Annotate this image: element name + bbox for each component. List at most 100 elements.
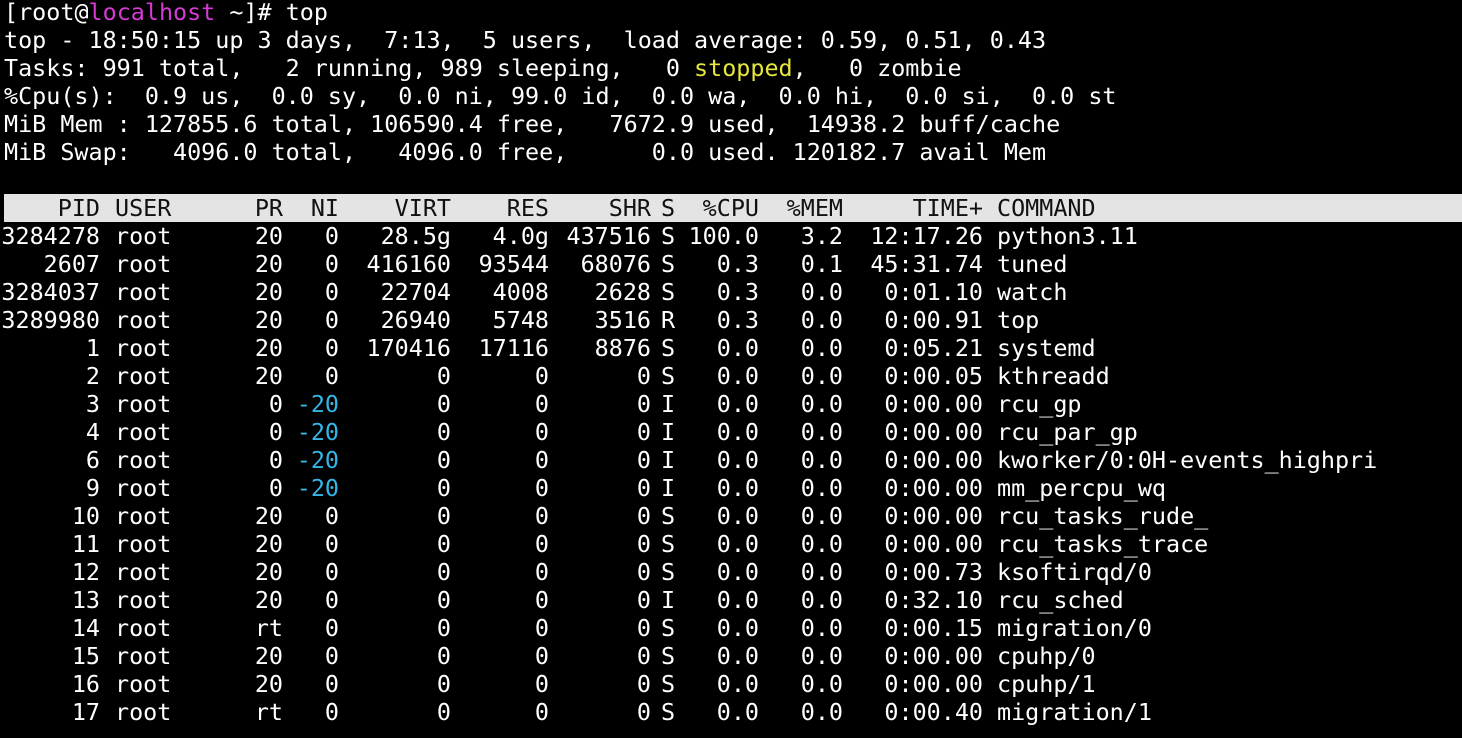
cell-s: I xyxy=(661,418,676,446)
cell-ni: 0 xyxy=(324,250,339,278)
cell-command: rcu_tasks_rude_ xyxy=(997,502,1209,530)
cell-ni: -20 xyxy=(296,390,339,418)
cell-user: root xyxy=(115,614,172,642)
cell-pid: 3 xyxy=(85,390,100,418)
process-row[interactable]: 3 root 0 -20 0 0 0 I 0.0 0.0 0:00.00 rcu_gp xyxy=(4,390,1462,418)
cell-command: cpuhp/0 xyxy=(997,642,1096,670)
process-row[interactable]: 4 root 0 -20 0 0 0 I 0.0 0.0 0:00.00 rcu_par_gp xyxy=(4,418,1462,446)
cell-user: root xyxy=(115,558,172,586)
cell-time: 12:17.26 xyxy=(870,222,983,250)
cell-ni: 0 xyxy=(324,306,339,334)
cell-s: S xyxy=(661,222,676,250)
cell-s: I xyxy=(661,474,676,502)
cell-pid: 17 xyxy=(71,698,100,726)
cell-pr: 20 xyxy=(254,502,283,530)
process-row[interactable]: 2 root 20 0 0 0 0 S 0.0 0.0 0:00.05 kthreadd xyxy=(4,362,1462,390)
cell-pr: 20 xyxy=(254,334,283,362)
process-row[interactable]: 6 root 0 -20 0 0 0 I 0.0 0.0 0:00.00 kworker/0:0H-e… xyxy=(4,446,1462,474)
cell-time: 45:31.74 xyxy=(870,250,983,278)
cell-shr: 0 xyxy=(636,446,651,474)
cell-pr: 0 xyxy=(268,446,283,474)
process-row[interactable]: 3289980 root 20 0 26940 5748 3516 R 0.3 0.0 0:00.9… xyxy=(1,306,1462,334)
cell-shr: 2628 xyxy=(594,278,651,306)
cell-ni: -20 xyxy=(296,474,339,502)
cell-virt: 0 xyxy=(436,586,451,614)
cell-pid: 2 xyxy=(85,362,100,390)
cell-command: rcu_tasks_trace xyxy=(997,530,1209,558)
cell-res: 17116 xyxy=(478,334,549,362)
process-row[interactable]: 13 root 20 0 0 0 0 I 0.0 0.0 0:32.10 rcu_sched xyxy=(4,586,1462,614)
cell-shr: 0 xyxy=(636,474,651,502)
column-header-cpu: %CPU xyxy=(702,194,759,222)
terminal-window[interactable]: [root@localhost ~]# top top - 18:50:15 u… xyxy=(1,0,1462,738)
cell-user: root xyxy=(115,446,172,474)
cell-mem: 0.0 xyxy=(800,474,843,502)
cell-mem: 0.0 xyxy=(800,390,843,418)
cell-pr: 20 xyxy=(254,362,283,390)
cell-cpu: 0.3 xyxy=(716,306,759,334)
process-row[interactable]: 3284278 root 20 0 28.5g 4.0g 437516 S 100.0 3.2 12… xyxy=(1,222,1462,250)
process-row[interactable]: 16 root 20 0 0 0 0 S 0.0 0.0 0:00.00 cpuhp/1 xyxy=(4,670,1462,698)
cell-shr: 437516 xyxy=(566,222,652,250)
process-row[interactable]: 14 root rt 0 0 0 0 S 0.0 0.0 0:00.15 migration/0 xyxy=(4,614,1462,642)
cell-user: root xyxy=(115,530,172,558)
cell-cpu: 0.0 xyxy=(716,390,759,418)
cell-time: 0:00.73 xyxy=(884,558,983,586)
process-row[interactable]: 3284037 root 20 0 22704 4008 2628 S 0.3 0.0 0:01.1… xyxy=(1,278,1462,306)
cell-user: root xyxy=(115,222,172,250)
cell-pr: 20 xyxy=(254,670,283,698)
cell-shr: 0 xyxy=(636,362,651,390)
cell-shr: 0 xyxy=(636,670,651,698)
column-header-shr: SHR xyxy=(608,194,651,222)
process-row[interactable]: 2607 root 20 0 416160 93544 68076 S 0.3 0.1 45:31.… xyxy=(4,250,1462,278)
cell-virt: 170416 xyxy=(366,334,452,362)
cell-res: 0 xyxy=(534,642,549,670)
cell-time: 0:00.00 xyxy=(884,670,983,698)
cell-mem: 0.0 xyxy=(800,306,843,334)
cell-time: 0:00.00 xyxy=(884,390,983,418)
cell-mem: 0.0 xyxy=(800,362,843,390)
process-row[interactable]: 10 root 20 0 0 0 0 S 0.0 0.0 0:00.00 rcu_tasks_rude… xyxy=(4,502,1462,530)
tasks-stopped-label: stopped xyxy=(694,54,793,82)
cell-mem: 0.1 xyxy=(800,250,843,278)
cell-shr: 0 xyxy=(636,418,651,446)
cell-cpu: 0.0 xyxy=(716,362,759,390)
cell-cpu: 0.0 xyxy=(716,642,759,670)
process-row[interactable]: 1 root 20 0 170416 17116 8876 S 0.0 0.0 0:05.21 sys… xyxy=(4,334,1462,362)
process-row[interactable]: 15 root 20 0 0 0 0 S 0.0 0.0 0:00.00 cpuhp/0 xyxy=(4,642,1462,670)
cell-shr: 8876 xyxy=(594,334,651,362)
cell-mem: 0.0 xyxy=(800,642,843,670)
cell-user: root xyxy=(115,418,172,446)
cell-pr: 20 xyxy=(254,558,283,586)
cell-pr: rt xyxy=(254,614,283,642)
cell-user: root xyxy=(115,334,172,362)
cell-pr: 20 xyxy=(254,642,283,670)
cell-shr: 68076 xyxy=(580,250,651,278)
cell-command: kthreadd xyxy=(997,362,1110,390)
column-header-command: COMMAND xyxy=(997,194,1096,222)
cell-pid: 3284278 xyxy=(1,222,100,250)
cell-res: 0 xyxy=(534,670,549,698)
cell-pr: 0 xyxy=(268,474,283,502)
cell-shr: 0 xyxy=(636,586,651,614)
tasks-suffix: , 0 zombie xyxy=(792,54,962,82)
cell-time: 0:00.00 xyxy=(884,642,983,670)
process-row[interactable]: 12 root 20 0 0 0 0 S 0.0 0.0 0:00.73 ksoftirqd/0 xyxy=(4,558,1462,586)
cell-s: I xyxy=(661,446,676,474)
cell-pid: 16 xyxy=(71,670,100,698)
process-row[interactable]: 17 root rt 0 0 0 0 S 0.0 0.0 0:00.40 migration/1 xyxy=(4,698,1462,726)
cell-virt: 0 xyxy=(436,474,451,502)
cell-pid: 4 xyxy=(85,418,100,446)
cell-cpu: 0.0 xyxy=(716,418,759,446)
cell-time: 0:00.00 xyxy=(884,530,983,558)
cell-pr: 20 xyxy=(254,278,283,306)
cell-virt: 0 xyxy=(436,670,451,698)
cell-pid: 11 xyxy=(71,530,100,558)
cell-mem: 0.0 xyxy=(800,558,843,586)
cell-shr: 0 xyxy=(636,642,651,670)
process-row[interactable]: 9 root 0 -20 0 0 0 I 0.0 0.0 0:00.00 mm_percpu_wq xyxy=(4,474,1462,502)
cell-mem: 0.0 xyxy=(800,530,843,558)
summary-cpu-line: %Cpu(s): 0.9 us, 0.0 sy, 0.0 ni, 99.0 id… xyxy=(4,82,1117,110)
cell-ni: 0 xyxy=(324,530,339,558)
process-row[interactable]: 11 root 20 0 0 0 0 S 0.0 0.0 0:00.00 rcu_tasks_trac… xyxy=(4,530,1462,558)
